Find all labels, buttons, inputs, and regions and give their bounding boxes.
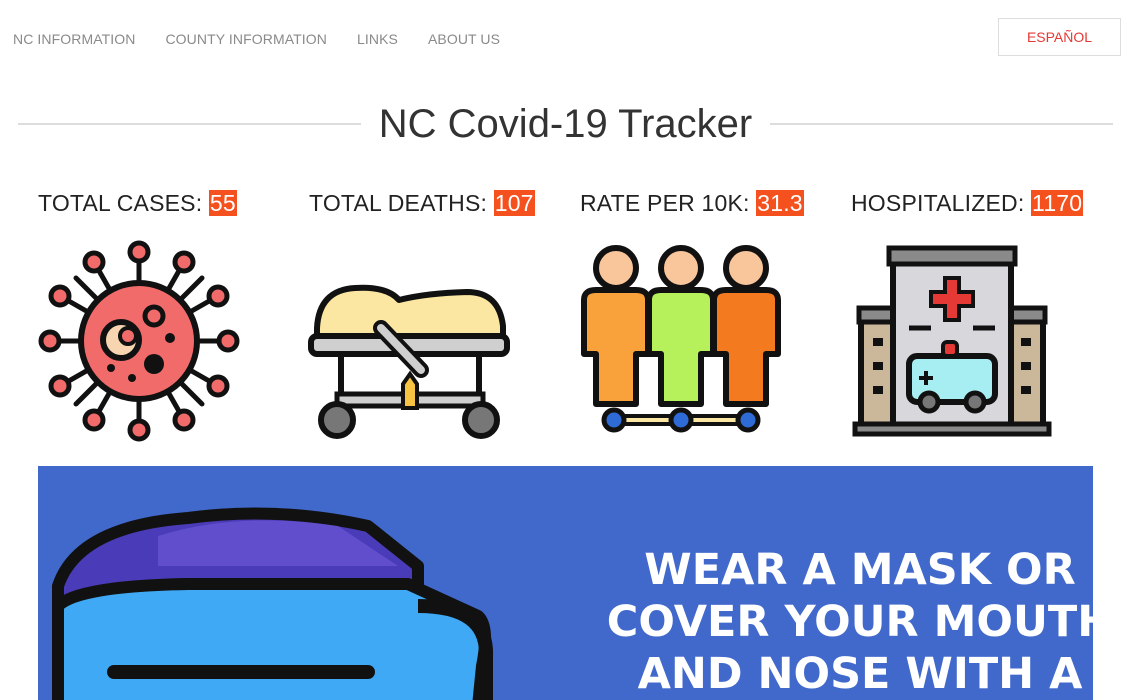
page-title-row: NC Covid-19 Tracker xyxy=(18,98,1113,150)
mask-illustration xyxy=(38,466,558,700)
stat-label: TOTAL CASES: xyxy=(38,190,209,216)
stat-total-cases: TOTAL CASES: 55 xyxy=(38,190,237,217)
nav-links: NC INFORMATION COUNTY INFORMATION LINKS … xyxy=(13,31,500,47)
nav-links-item[interactable]: LINKS xyxy=(357,31,398,47)
stat-hospitalized: HOSPITALIZED: 1170 xyxy=(851,190,1084,217)
top-navbar: NC INFORMATION COUNTY INFORMATION LINKS … xyxy=(0,0,1131,78)
mask-banner: WEAR A MASK OR COVER YOUR MOUTH AND NOSE… xyxy=(38,466,1093,700)
nav-about-us[interactable]: ABOUT US xyxy=(428,31,500,47)
stat-label: TOTAL DEATHS: xyxy=(309,190,494,216)
hospital-icon xyxy=(849,238,1055,444)
stat-value: 55 xyxy=(208,190,237,216)
banner-line: WEAR A MASK OR xyxy=(644,545,1076,595)
stat-total-deaths: TOTAL DEATHS: 107 xyxy=(309,190,535,217)
stat-value: 107 xyxy=(493,190,535,216)
stat-rate-per-10k: RATE PER 10K: 31.3 xyxy=(580,190,804,217)
banner-line: COVER YOUR MOUTH xyxy=(606,597,1093,647)
stat-value: 31.3 xyxy=(756,190,804,216)
stretcher-icon xyxy=(307,238,513,444)
nav-nc-information[interactable]: NC INFORMATION xyxy=(13,31,135,47)
page-title: NC Covid-19 Tracker xyxy=(378,101,753,146)
banner-line: AND NOSE WITH A xyxy=(637,649,1083,699)
nav-county-information[interactable]: COUNTY INFORMATION xyxy=(165,31,327,47)
title-divider-left xyxy=(18,123,361,125)
stat-value: 1170 xyxy=(1031,190,1084,216)
title-divider-right xyxy=(770,123,1113,125)
virus-icon xyxy=(36,238,242,444)
stat-label: RATE PER 10K: xyxy=(580,190,757,216)
stat-label: HOSPITALIZED: xyxy=(851,190,1032,216)
language-toggle-button[interactable]: ESPAÑOL xyxy=(998,18,1121,56)
banner-message: WEAR A MASK OR COVER YOUR MOUTH AND NOSE… xyxy=(580,544,1093,700)
people-icon xyxy=(578,238,784,444)
